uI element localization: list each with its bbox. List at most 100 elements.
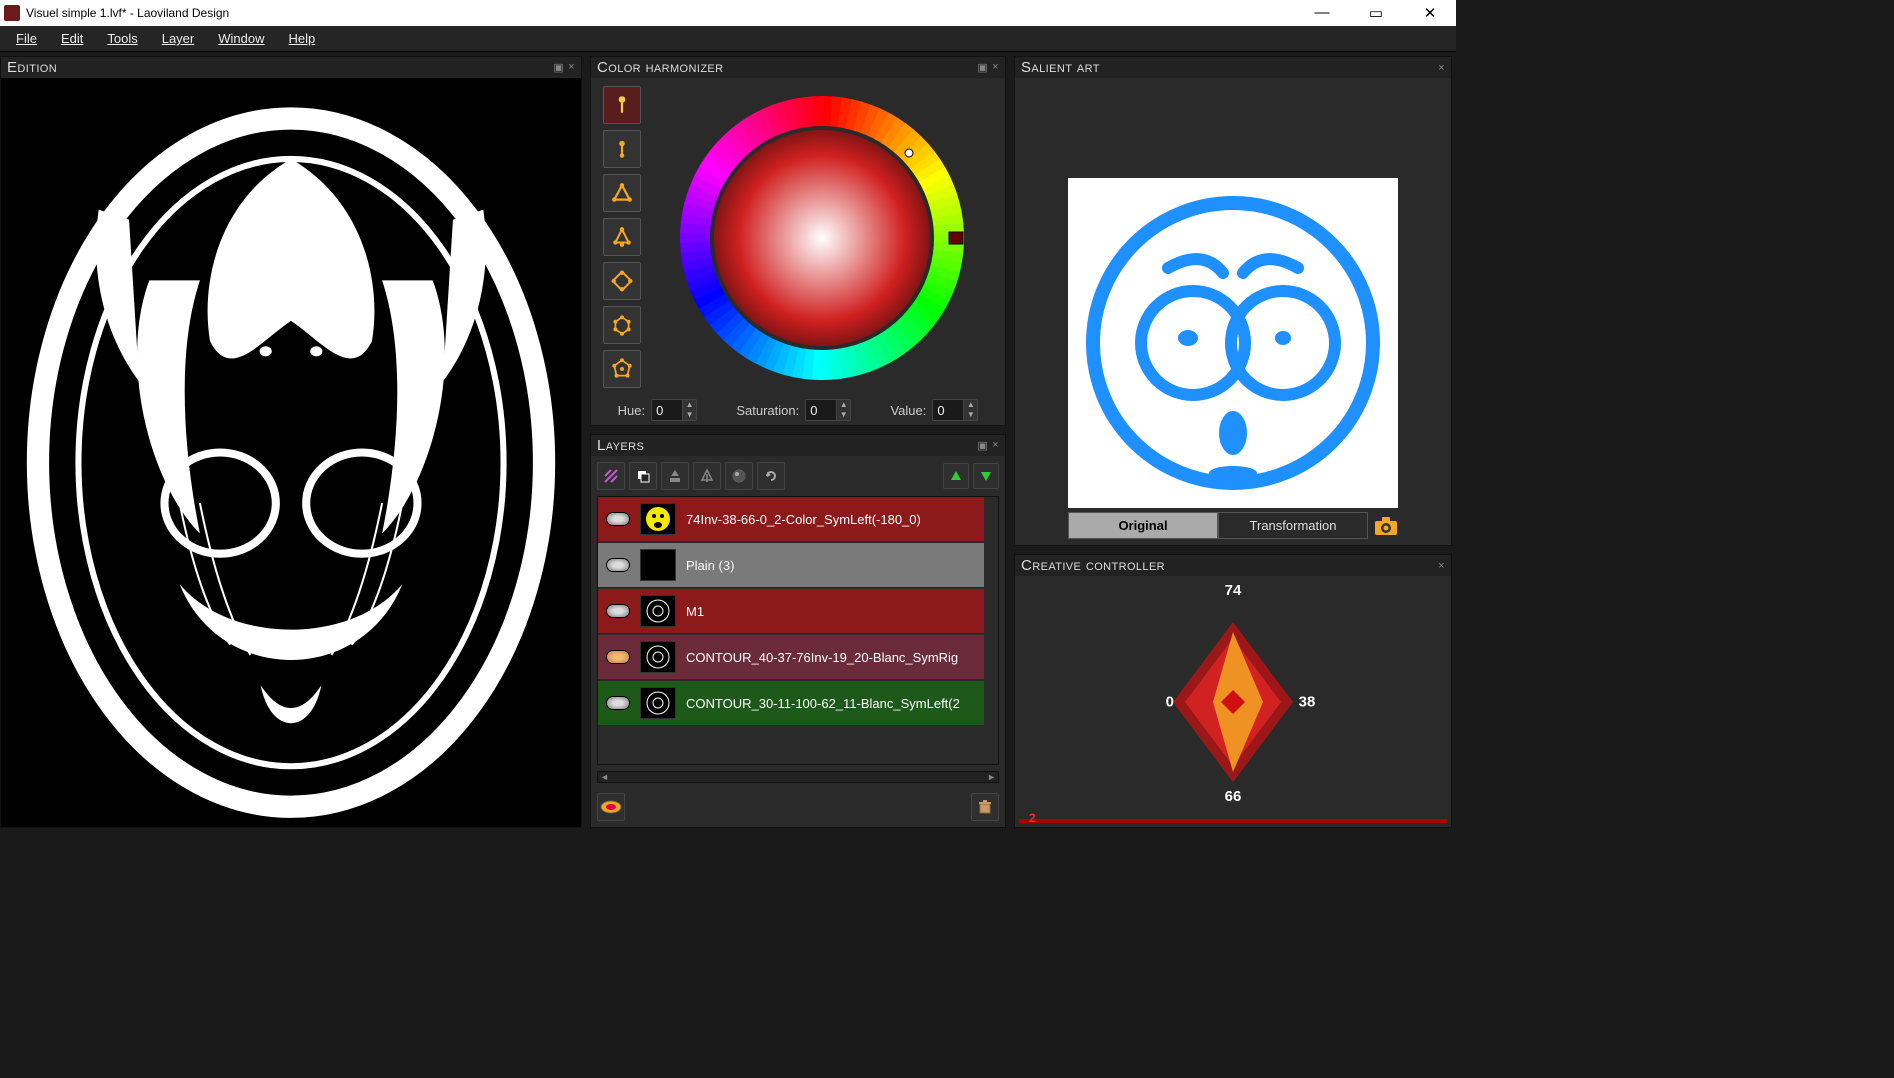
edition-canvas[interactable]: [1, 78, 581, 827]
minimize-button[interactable]: —: [1304, 4, 1340, 22]
layer-list[interactable]: 74Inv-38-66-0_2-Color_SymLeft(-180_0)Pla…: [597, 496, 999, 765]
panel-salient: Salient art ×: [1014, 56, 1452, 546]
layers-close-icon[interactable]: ×: [992, 439, 999, 452]
sat-up[interactable]: ▲: [836, 400, 850, 410]
salient-close-icon[interactable]: ×: [1438, 62, 1445, 74]
harmonizer-close-icon[interactable]: ×: [992, 61, 999, 74]
menubar: File Edit Tools Layer Window Help: [0, 26, 1456, 52]
val-value[interactable]: [933, 401, 963, 420]
app-icon: [4, 5, 20, 21]
val-down[interactable]: ▼: [963, 410, 977, 420]
panel-title-layers: Layers ▣×: [591, 435, 1005, 456]
harmonizer-undock-icon[interactable]: ▣: [977, 61, 988, 74]
hue-value[interactable]: [652, 401, 682, 420]
harmonizer-mode-list: [603, 86, 641, 389]
menu-tools[interactable]: Tools: [97, 29, 147, 48]
layer-row[interactable]: 74Inv-38-66-0_2-Color_SymLeft(-180_0): [598, 497, 984, 541]
panel-title-edition: Edition ▣ ×: [1, 57, 581, 78]
layer-move-up[interactable]: [943, 463, 969, 489]
layer-visibility-toggle[interactable]: [606, 604, 630, 618]
sat-value[interactable]: [806, 401, 836, 420]
salient-preview[interactable]: [1068, 178, 1398, 508]
sat-input[interactable]: ▲▼: [805, 399, 851, 421]
tool-hatch[interactable]: [597, 462, 625, 490]
layer-hscroll[interactable]: ◄►: [597, 771, 999, 783]
col-right: Salient art ×: [1014, 56, 1452, 828]
menu-file[interactable]: File: [6, 29, 47, 48]
col-edition: Edition ▣ ×: [0, 56, 582, 828]
salient-body: Original Transformation: [1015, 78, 1451, 545]
mode-square[interactable]: [603, 262, 641, 300]
tool-copy[interactable]: [629, 462, 657, 490]
hue-input[interactable]: ▲▼: [651, 399, 697, 421]
mode-monotone[interactable]: [603, 86, 641, 124]
color-wheel[interactable]: [651, 86, 993, 389]
window-title: Visuel simple 1.lvf* - Laoviland Design: [26, 6, 1304, 20]
layer-visibility-toggle[interactable]: [606, 558, 630, 572]
hue-up[interactable]: ▲: [682, 400, 696, 410]
maximize-button[interactable]: ▭: [1358, 4, 1394, 22]
tab-original[interactable]: Original: [1068, 512, 1218, 539]
layer-visibility-toggle[interactable]: [606, 650, 630, 664]
hsv-inputs: Hue: ▲▼ Saturation: ▲▼: [603, 395, 993, 421]
layer-move-down[interactable]: [973, 463, 999, 489]
menu-edit[interactable]: Edit: [51, 29, 93, 48]
creative-title-text: Creative controller: [1021, 557, 1165, 574]
close-button[interactable]: ✕: [1412, 4, 1448, 22]
tab-transformation[interactable]: Transformation: [1218, 512, 1368, 539]
mode-custom[interactable]: [603, 350, 641, 388]
hue-down[interactable]: ▼: [682, 410, 696, 420]
harmonizer-title-text: Color harmonizer: [597, 59, 724, 76]
layer-thumbnail: [640, 687, 676, 719]
layer-delete[interactable]: [971, 793, 999, 821]
edition-close-icon[interactable]: ×: [568, 61, 575, 74]
mode-complementary[interactable]: [603, 130, 641, 168]
panel-creative: Creative controller × 74 0 38 66 2: [1014, 554, 1452, 828]
menu-help[interactable]: Help: [279, 29, 326, 48]
salient-title-text: Salient art: [1021, 59, 1100, 76]
cc-bottom: 66: [1225, 788, 1242, 805]
edition-artwork: [1, 78, 581, 827]
val-up[interactable]: ▲: [963, 400, 977, 410]
layer-row[interactable]: CONTOUR_30-11-100-62_11-Blanc_SymLeft(2: [598, 681, 984, 725]
tool-fx[interactable]: [725, 462, 753, 490]
tool-merge-down[interactable]: [661, 462, 689, 490]
panel-edition: Edition ▣ ×: [0, 56, 582, 828]
camera-icon[interactable]: [1374, 515, 1398, 537]
layer-visibility-toggle[interactable]: [606, 696, 630, 710]
creative-close-icon[interactable]: ×: [1438, 560, 1445, 572]
layer-row[interactable]: CONTOUR_40-37-76Inv-19_20-Blanc_SymRig: [598, 635, 984, 679]
creative-slider-value: 2: [1029, 811, 1036, 825]
layer-name: CONTOUR_30-11-100-62_11-Blanc_SymLeft(2: [686, 696, 960, 711]
creative-body[interactable]: 74 0 38 66 2: [1015, 576, 1451, 827]
layer-thumbnail: [640, 641, 676, 673]
main-area: Edition ▣ ×: [0, 52, 1456, 828]
layer-toggle-blend[interactable]: [597, 793, 625, 821]
panel-harmonizer: Color harmonizer ▣ ×: [590, 56, 1006, 426]
tool-reset[interactable]: [757, 462, 785, 490]
layer-row[interactable]: Plain (3): [598, 543, 984, 587]
layer-row[interactable]: M1: [598, 589, 984, 633]
creative-slider[interactable]: [1019, 819, 1447, 823]
mode-split[interactable]: [603, 218, 641, 256]
layer-thumbnail: [640, 595, 676, 627]
layers-toolbar: [597, 462, 999, 490]
sat-down[interactable]: ▼: [836, 410, 850, 420]
hue-label: Hue:: [618, 403, 645, 418]
mode-analogous[interactable]: [603, 306, 641, 344]
titlebar: Visuel simple 1.lvf* - Laoviland Design …: [0, 0, 1456, 26]
layers-undock-icon[interactable]: ▣: [977, 439, 988, 452]
panel-title-creative: Creative controller ×: [1015, 555, 1451, 576]
sat-label: Saturation:: [736, 403, 799, 418]
panel-title-harmonizer: Color harmonizer ▣ ×: [591, 57, 1005, 78]
menu-window[interactable]: Window: [208, 29, 274, 48]
mode-triad[interactable]: [603, 174, 641, 212]
val-input[interactable]: ▲▼: [932, 399, 978, 421]
layer-visibility-toggle[interactable]: [606, 512, 630, 526]
edition-title-text: Edition: [7, 59, 57, 76]
col-middle: Color harmonizer ▣ ×: [590, 56, 1006, 828]
menu-layer[interactable]: Layer: [152, 29, 205, 48]
tool-flatten[interactable]: [693, 462, 721, 490]
window-controls: — ▭ ✕: [1304, 4, 1452, 22]
edition-undock-icon[interactable]: ▣: [553, 61, 564, 74]
